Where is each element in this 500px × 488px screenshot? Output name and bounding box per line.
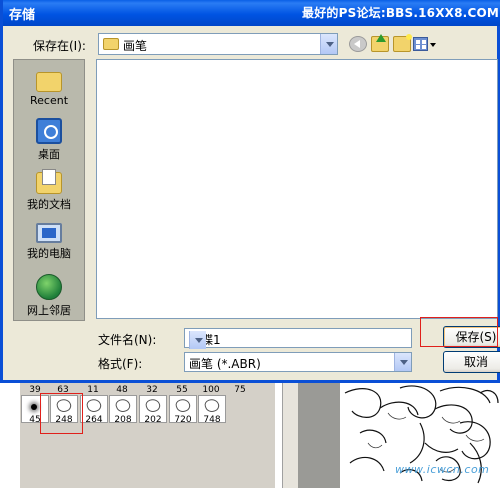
butterfly-brush-icon [144, 396, 162, 415]
place-label: Recent [29, 94, 69, 107]
brush-size-label: 75 [234, 385, 246, 395]
cancel-button[interactable]: 取消 [443, 351, 500, 373]
butterfly-brush-icon [114, 396, 132, 415]
current-folder-name: 画笔 [123, 39, 148, 53]
brush-preset[interactable]: 208 [109, 395, 137, 425]
new-folder-icon[interactable] [393, 34, 412, 52]
format-value: 画笔 (*.ABR) [189, 357, 261, 371]
place-my-documents[interactable]: 我的文档 [14, 169, 84, 212]
chevron-down-icon[interactable] [189, 331, 206, 349]
brush-size-label: 720 [174, 415, 192, 425]
brush-size-label: 202 [144, 415, 162, 425]
highlight-box-brush [40, 393, 83, 434]
filename-label: 文件名(N): [98, 333, 157, 347]
place-my-computer[interactable]: 我的电脑 [14, 223, 84, 261]
brush-preset[interactable]: 748 [198, 395, 226, 425]
back-icon[interactable] [349, 36, 367, 52]
brush-preset[interactable]: 720 [169, 395, 197, 425]
filename-input[interactable]: 蝴蝶1 [184, 328, 412, 349]
place-label: 我的电脑 [27, 247, 71, 260]
file-list[interactable] [96, 59, 498, 319]
recent-icon [36, 72, 62, 92]
place-label: 网上邻居 [27, 304, 71, 317]
round-brush-icon [31, 404, 37, 410]
brush-preset[interactable]: 202 [139, 395, 167, 425]
brush-size-label: 48 [116, 385, 128, 395]
up-folder-icon[interactable] [371, 34, 389, 52]
save-in-label: 保存在(I): [33, 39, 86, 53]
site-watermark: www.icwcn.com [395, 463, 490, 476]
my-computer-icon [36, 223, 62, 243]
place-network[interactable]: 网上邻居 [14, 274, 84, 318]
place-recent[interactable]: Recent [14, 68, 84, 107]
save-in-select[interactable]: 画笔 [98, 33, 338, 55]
brush-size-label: 100 [202, 385, 220, 395]
chevron-down-icon[interactable] [320, 34, 337, 54]
title-bar[interactable]: 存储 最好的PS论坛:BBS.16XX8.COM [3, 0, 500, 26]
format-select[interactable]: 画笔 (*.ABR) [184, 352, 412, 372]
place-label: 我的文档 [27, 198, 71, 211]
brush-size-label: 208 [114, 415, 132, 425]
butterfly-brush-icon [85, 396, 103, 415]
highlight-box-save [420, 317, 498, 347]
canvas-gutter [298, 383, 340, 488]
butterfly-brush-icon [203, 396, 221, 415]
brush-size-label: 748 [203, 415, 221, 425]
folder-icon [103, 38, 119, 50]
panel-scrollbar[interactable] [282, 383, 298, 488]
brush-size-label: 11 [87, 385, 99, 395]
brush-size-label: 55 [176, 385, 188, 395]
views-menu-icon[interactable] [413, 36, 437, 52]
butterfly-brush-icon [174, 396, 192, 415]
brush-size-label: 32 [146, 385, 158, 395]
brush-preset[interactable]: 264 [80, 395, 108, 425]
place-desktop[interactable]: 桌面 [14, 118, 84, 162]
place-label: 桌面 [38, 148, 60, 161]
my-documents-icon [36, 169, 62, 194]
format-label: 格式(F): [98, 357, 143, 371]
places-bar: Recent 桌面 我的文档 我的电脑 网上邻居 [13, 59, 85, 321]
chevron-down-icon[interactable] [394, 353, 411, 371]
desktop-icon [36, 118, 62, 144]
views-grid-icon [413, 37, 428, 51]
network-places-icon [36, 274, 62, 300]
brush-size-label: 264 [85, 415, 103, 425]
dialog-title: 存储 [9, 8, 36, 23]
forum-watermark: 最好的PS论坛:BBS.16XX8.COM [302, 6, 499, 20]
